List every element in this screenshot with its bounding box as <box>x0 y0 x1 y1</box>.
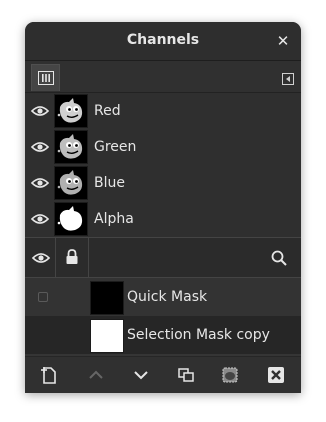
column-header-row <box>25 237 301 278</box>
dock-tab-bar <box>25 61 301 93</box>
channels-tab-icon <box>38 71 54 85</box>
tab-menu-icon <box>282 73 294 85</box>
channel-to-selection-button[interactable] <box>219 364 241 386</box>
channel-thumbnail <box>54 94 88 128</box>
wilber-thumbnail-icon <box>57 170 83 195</box>
channel-thumbnail <box>54 130 88 164</box>
channel-thumbnail <box>54 202 88 236</box>
channel-list: Red Green Blue Alpha <box>25 93 301 237</box>
channel-name: Red <box>94 103 121 119</box>
chevron-up-icon <box>89 370 103 379</box>
mask-thumbnail <box>90 281 124 315</box>
channel-row-red[interactable]: Red <box>25 93 301 129</box>
chevron-down-icon <box>134 371 148 380</box>
duplicate-icon <box>178 368 194 382</box>
eye-icon[interactable] <box>30 138 50 156</box>
new-channel-icon <box>41 367 56 384</box>
tab-menu-button[interactable] <box>282 70 294 85</box>
eye-icon[interactable] <box>30 102 50 120</box>
channel-row-alpha[interactable]: Alpha <box>25 201 301 237</box>
channels-dialog: Channels ✕ Red Green Blue Alpha Quick Ma… <box>25 22 301 393</box>
mask-list: Quick Mask Selection Mask copy <box>25 278 301 354</box>
search-icon[interactable] <box>271 250 287 266</box>
search-column-header <box>89 238 301 277</box>
channel-row-blue[interactable]: Blue <box>25 165 301 201</box>
mask-name: Quick Mask <box>127 289 208 305</box>
channel-row-green[interactable]: Green <box>25 129 301 165</box>
new-channel-button[interactable] <box>38 364 60 386</box>
channel-to-selection-icon <box>222 367 238 383</box>
channel-name: Alpha <box>94 211 134 227</box>
mask-thumbnail <box>90 319 124 353</box>
visibility-column-header[interactable] <box>25 238 56 277</box>
mask-name: Selection Mask copy <box>127 327 270 343</box>
raise-channel-button[interactable] <box>85 364 107 386</box>
wilber-thumbnail-icon <box>57 134 83 159</box>
delete-icon <box>268 367 284 383</box>
mask-row-quick-mask[interactable]: Quick Mask <box>25 278 301 316</box>
dialog-title: Channels <box>126 32 200 48</box>
eye-icon <box>31 253 51 263</box>
eye-icon[interactable] <box>30 210 50 228</box>
close-button[interactable]: ✕ <box>273 31 293 51</box>
channels-tab[interactable] <box>31 64 60 91</box>
visibility-checkbox[interactable] <box>38 292 48 302</box>
duplicate-channel-button[interactable] <box>175 364 197 386</box>
channel-name: Green <box>94 139 137 155</box>
wilber-thumbnail-icon <box>57 98 83 123</box>
channel-toolbar <box>25 356 301 393</box>
titlebar[interactable]: Channels ✕ <box>25 22 301 61</box>
channel-thumbnail <box>54 166 88 200</box>
lock-column-header[interactable] <box>56 238 89 277</box>
delete-channel-button[interactable] <box>265 364 287 386</box>
mask-row-selection-mask-copy[interactable]: Selection Mask copy <box>25 316 301 354</box>
lower-channel-button[interactable] <box>130 364 152 386</box>
channel-name: Blue <box>94 175 125 191</box>
eye-icon[interactable] <box>30 174 50 192</box>
alpha-thumbnail-icon <box>57 206 83 231</box>
lock-icon <box>66 249 78 264</box>
